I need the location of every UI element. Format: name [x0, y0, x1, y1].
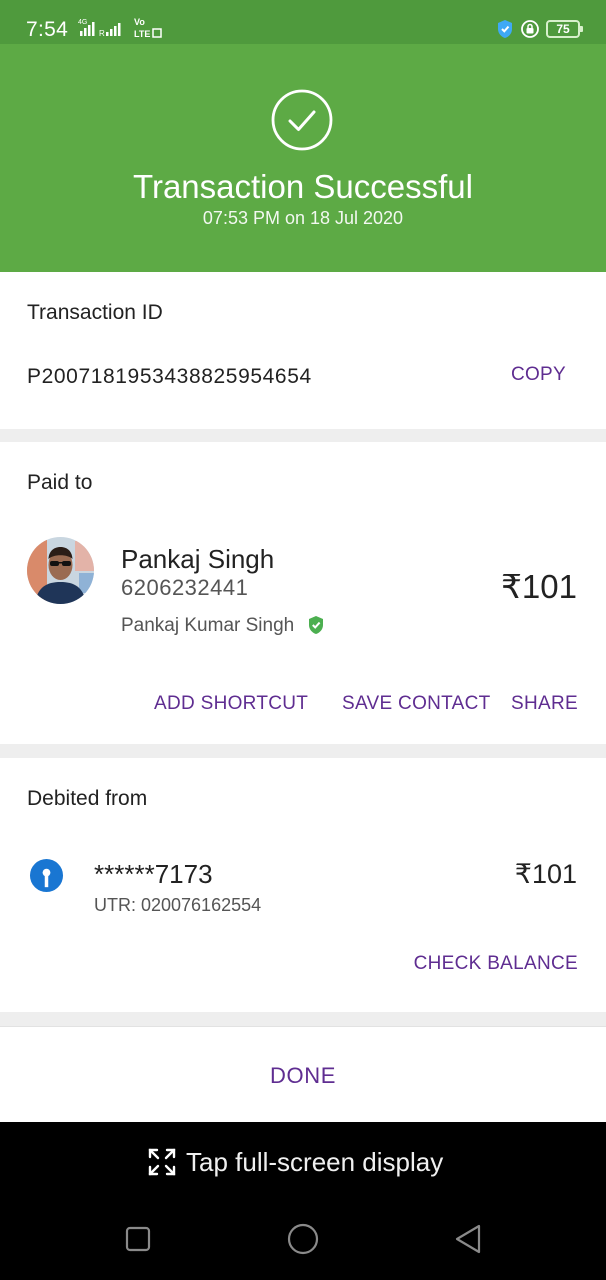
status-bar: 7:54 4G R Vo LTE 75: [0, 0, 606, 44]
debited-from-card: Debited from ******7173 UTR: 02007616255…: [0, 758, 606, 1012]
check-circle-icon: [271, 89, 333, 151]
back-icon[interactable]: [451, 1222, 485, 1256]
transaction-id-label: Transaction ID: [27, 301, 163, 324]
add-shortcut-button[interactable]: ADD SHORTCUT: [154, 693, 308, 715]
transaction-id-value: P2007181953438825954654: [27, 365, 312, 388]
status-time: 7:54: [26, 18, 69, 41]
section-divider: [0, 744, 606, 758]
expand-icon: [148, 1148, 176, 1176]
payee-phone: 6206232441: [121, 575, 249, 600]
utr-number: UTR: 020076162554: [94, 895, 262, 915]
shield-icon: [498, 20, 512, 38]
check-balance-button[interactable]: CHECK BALANCE: [414, 953, 578, 975]
volte-top-label: Vo: [134, 17, 145, 27]
share-button[interactable]: SHARE: [511, 693, 578, 715]
payee-legal-name: Pankaj Kumar Singh: [121, 615, 295, 636]
transaction-timestamp: 07:53 PM on 18 Jul 2020: [202, 208, 404, 228]
copy-button[interactable]: COPY: [511, 364, 566, 386]
done-button[interactable]: DONE: [0, 1063, 606, 1089]
verified-badge-icon: [309, 616, 323, 634]
payee-name: Pankaj Singh: [121, 544, 275, 574]
recent-apps-icon[interactable]: [121, 1222, 155, 1256]
avatar[interactable]: [27, 537, 94, 604]
debited-amount: ₹101: [514, 859, 577, 889]
battery-level: 75: [556, 22, 570, 36]
system-navigation-area: Tap full-screen display: [0, 1122, 606, 1280]
done-bar: DONE: [0, 1026, 606, 1122]
page-title: Transaction Successful: [133, 168, 473, 205]
network-type-label: 4G: [78, 19, 87, 26]
fullscreen-prompt-label: Tap full-screen display: [186, 1146, 444, 1177]
save-contact-button[interactable]: SAVE CONTACT: [342, 693, 491, 715]
paid-to-card: Paid to Pankaj Singh 6206232441 Pankaj K…: [0, 442, 606, 744]
signal-icon: 4G R Vo LTE: [78, 17, 162, 39]
success-header: Transaction Successful 07:53 PM on 18 Ju…: [0, 44, 606, 272]
debited-from-label: Debited from: [27, 787, 148, 810]
roaming-label: R: [99, 29, 105, 38]
battery-icon: 75: [546, 20, 583, 38]
fullscreen-prompt[interactable]: Tap full-screen display: [148, 1146, 443, 1178]
account-number: ******7173: [94, 859, 213, 889]
section-divider: [0, 1012, 606, 1026]
volte-bottom-label: LTE: [134, 29, 150, 39]
paid-to-label: Paid to: [27, 471, 93, 494]
home-icon[interactable]: [286, 1222, 320, 1256]
bank-logo-icon: [29, 858, 64, 893]
transaction-id-card: Transaction ID P2007181953438825954654 C…: [0, 272, 606, 429]
paid-amount: ₹101: [500, 568, 577, 605]
section-divider: [0, 429, 606, 442]
lock-icon: [521, 20, 539, 38]
